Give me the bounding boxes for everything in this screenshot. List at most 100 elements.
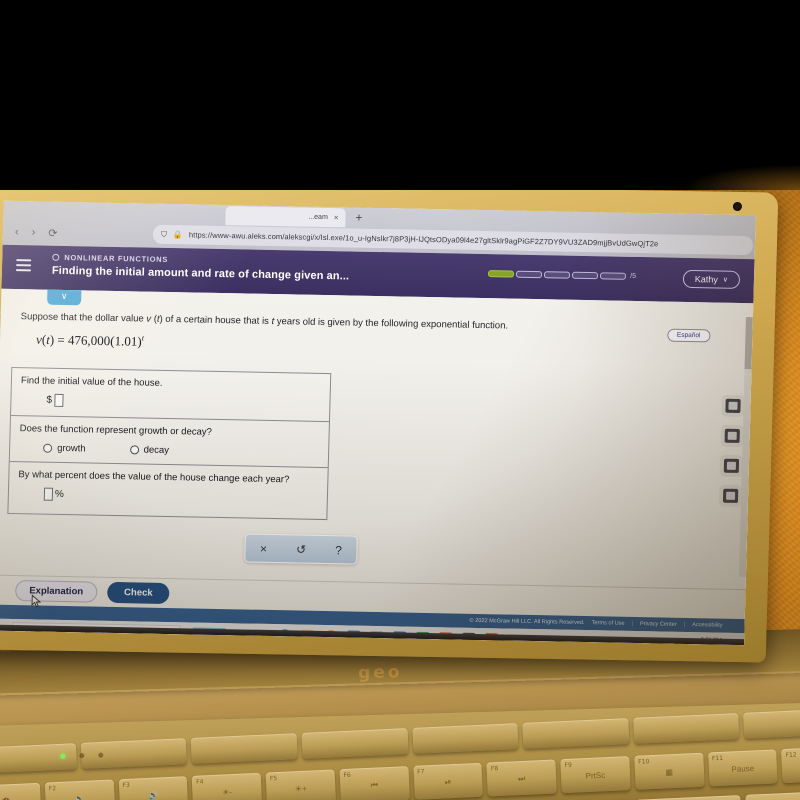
collapse-tab-button[interactable]: ∨ (47, 289, 82, 306)
initial-value-input[interactable] (53, 394, 64, 408)
new-tab-icon[interactable]: + (355, 211, 362, 225)
key-f5[interactable]: F5 ☀+ (265, 769, 336, 800)
chevron-down-icon: ∨ (722, 276, 729, 284)
key-blank[interactable] (632, 713, 740, 744)
key-equals[interactable]: = (745, 790, 800, 800)
radio-icon[interactable] (129, 444, 139, 455)
separator: | (631, 620, 634, 627)
hamburger-icon[interactable] (15, 256, 32, 274)
percent-input[interactable] (43, 487, 54, 501)
radio-option-growth[interactable]: growth (43, 442, 86, 454)
letterbox-top (0, 0, 800, 190)
progress-segment (544, 271, 571, 279)
key-label: F6 (343, 771, 351, 780)
question-block-2: Does the function represent growth or de… (9, 416, 329, 468)
key-glyph: 🔊 (148, 790, 159, 800)
percent-answer[interactable]: % (43, 487, 64, 501)
brand-logo: geo (357, 662, 403, 684)
prompt-text: ) of a certain house that is (159, 313, 272, 327)
tools-rail (722, 398, 741, 503)
topic-row: NONLINEAR FUNCTIONS (52, 253, 168, 264)
equation-exponent: t (141, 333, 145, 343)
key-f11[interactable]: F11 Pause (707, 749, 778, 787)
key-minus[interactable]: - (635, 795, 743, 800)
key-blank[interactable] (190, 733, 298, 764)
clear-icon[interactable]: × (260, 541, 267, 555)
key-f12[interactable]: F12Insert (781, 746, 800, 784)
key-glyph: ⏭ (517, 773, 526, 783)
key-label: F5 (269, 775, 278, 783)
scrollbar-thumb[interactable] (744, 317, 753, 370)
key-f8[interactable]: F8 ⏭ (486, 759, 557, 797)
copyright-text: © 2022 McGraw Hill LLC. All Rights Reser… (469, 617, 585, 627)
user-name: Kathy (694, 274, 718, 285)
topic-label: NONLINEAR FUNCTIONS (64, 252, 169, 264)
question-text: By what percent does the value of the ho… (18, 468, 290, 486)
problem-statement: Suppose that the dollar value v (t) of a… (20, 311, 540, 334)
key-f6[interactable]: F6 ⏮ (339, 766, 410, 800)
key-f10[interactable]: F10 ▦ (633, 752, 705, 790)
accessibility-link[interactable]: Accessibility (692, 622, 723, 629)
key-label: F11 (711, 754, 724, 763)
progress-count: /5 (630, 272, 637, 280)
user-menu[interactable]: Kathy ∨ (682, 269, 741, 289)
equation-lhs-v: v (35, 331, 43, 347)
progress-segment (572, 271, 599, 280)
check-button[interactable]: Check (106, 581, 170, 605)
question-block-1: Find the initial value of the house. $ (10, 367, 331, 423)
key-label: F2 (48, 785, 57, 793)
key-label: F10 (638, 758, 650, 766)
key-f7[interactable]: F7 ⏯ (412, 762, 484, 800)
laptop-screen: ...eam × + ‹ › ⟳ ⛉ 🔒 https://www-awu.ale… (0, 200, 756, 646)
key-glyph: PrtSc (585, 770, 606, 781)
key-label: F8 (490, 765, 499, 773)
video-icon[interactable] (724, 428, 740, 443)
webcam-icon (732, 201, 743, 212)
equation-base: (1.01) (110, 333, 142, 349)
key-f4[interactable]: F4 ☀- (191, 772, 263, 800)
key-label: F4 (196, 778, 204, 786)
key-f9[interactable]: F9 PrtSc (560, 756, 631, 794)
key-f2[interactable]: F2 🔉 (44, 779, 115, 800)
message-icon[interactable] (722, 488, 739, 503)
progress-indicator: /5 (488, 270, 636, 280)
calculator-icon[interactable] (725, 398, 741, 413)
key-glyph: Pause (731, 763, 755, 774)
forward-icon[interactable]: › (31, 226, 35, 239)
shield-icon[interactable]: ⛉ (161, 229, 167, 239)
answer-card: Find the initial value of the house. $ D… (7, 366, 332, 521)
close-icon[interactable]: × (334, 213, 339, 222)
back-icon[interactable]: ‹ (15, 226, 19, 239)
key-blank[interactable] (411, 723, 519, 754)
key-blank[interactable] (743, 708, 800, 739)
radio-icon[interactable] (43, 443, 53, 453)
caps-led (79, 753, 85, 759)
initial-value-answer[interactable]: $ (46, 394, 64, 408)
page-scrollbar[interactable] (738, 317, 753, 578)
terms-link[interactable]: Terms of Use (592, 620, 625, 627)
keypad-icon[interactable] (723, 458, 740, 473)
progress-segment (488, 270, 515, 278)
tab-title: ...eam (308, 213, 328, 222)
help-icon[interactable]: ? (335, 543, 342, 557)
undo-icon[interactable]: ↺ (296, 542, 306, 556)
key-blank[interactable] (522, 718, 630, 749)
key-glyph: ⏮ (370, 780, 379, 790)
privacy-link[interactable]: Privacy Center (640, 621, 677, 628)
prompt-text: Suppose that the dollar value (20, 311, 147, 325)
key-blank[interactable] (301, 728, 409, 759)
reload-icon[interactable]: ⟳ (48, 227, 58, 240)
key-glyph: ▦ (665, 767, 674, 777)
explanation-button[interactable]: Explanation (14, 580, 98, 603)
key-label: F7 (417, 768, 425, 776)
radio-option-decay[interactable]: decay (129, 444, 169, 456)
separator: | (683, 621, 686, 628)
equation-lhs-t: t (46, 331, 51, 348)
key-f3[interactable]: F3 🔊 (118, 776, 189, 800)
dollar-sign: $ (46, 395, 53, 407)
answer-toolbar: × ↺ ? (244, 533, 358, 565)
lock-icon[interactable]: 🔒 (173, 230, 183, 239)
key-f1[interactable]: F1🔇 (0, 782, 42, 800)
language-toggle-button[interactable]: Español (666, 328, 711, 343)
num-led (98, 752, 104, 758)
